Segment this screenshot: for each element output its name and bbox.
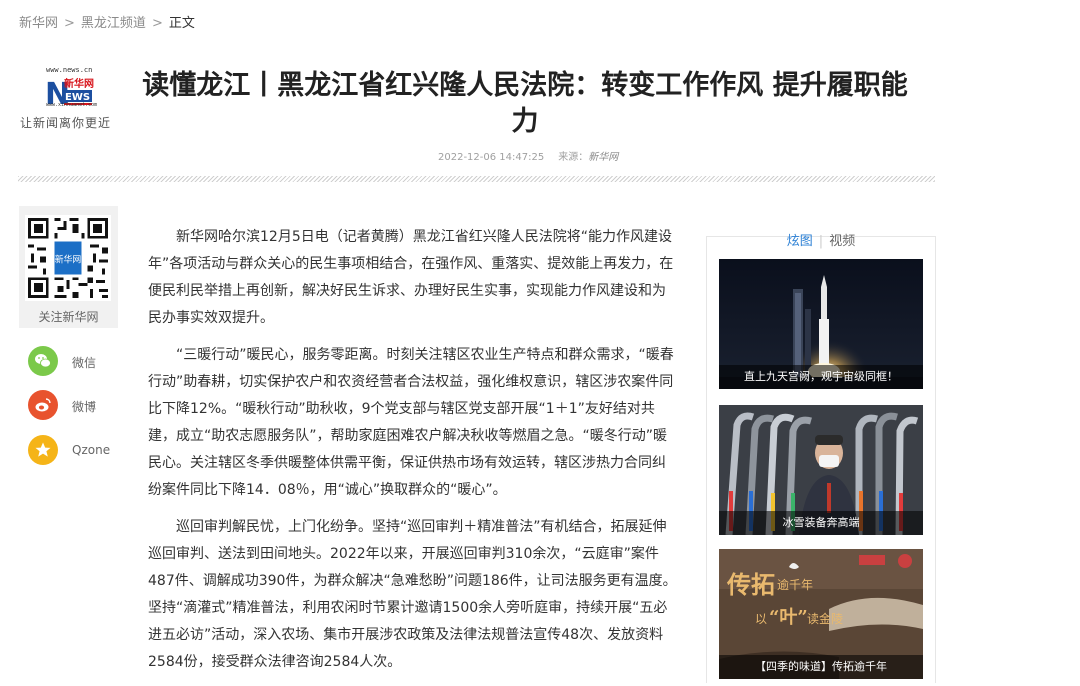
media-card-rocket[interactable]: 直上九天宫阙，观宇宙级同框！	[719, 259, 923, 389]
breadcrumb: 新华网 > 黑龙江频道 > 正文	[19, 12, 195, 31]
qr-code-icon: 新华网	[25, 215, 111, 301]
tab-separator: |	[818, 234, 824, 249]
breadcrumb-separator: >	[151, 16, 163, 31]
title-divider	[18, 176, 935, 182]
media-panel: 炫图 | 视频 直上九天宫阙，观宇宙级同框！ 冰雪装备奔高端 传拓 逾千年 以 …	[706, 234, 936, 683]
qzone-star-icon	[35, 442, 51, 457]
xinhua-logo[interactable]: www.news.cn N 新华网 EWS www.xinhuanet.com …	[18, 66, 122, 132]
qr-center-label: 新华网	[55, 253, 82, 265]
article-body: 新华网哈尔滨12月5日电（记者黄腾）黑龙江省红兴隆人民法院将“能力作风建设年”各…	[148, 224, 678, 686]
share-weibo-button[interactable]: 微博	[28, 390, 128, 422]
tab-photos[interactable]: 炫图	[787, 234, 813, 249]
breadcrumb-home-link[interactable]: 新华网	[19, 16, 58, 31]
share-weibo-label: 微博	[72, 400, 97, 414]
media-tabs: 炫图 | 视频	[707, 230, 935, 250]
share-qzone-button[interactable]: Qzone	[28, 435, 128, 467]
share-wechat-circle	[28, 346, 58, 376]
wechat-icon	[35, 354, 51, 368]
source-name: 新华网	[588, 152, 619, 163]
logo-url-bottom: www.xinhuanet.com	[46, 102, 98, 108]
logo-slogan: 让新闻离你更近	[20, 116, 112, 130]
media-card-rubbing[interactable]: 传拓 逾千年 以 “叶” 读金陵 【四季的味道】传拓逾千年	[719, 549, 923, 679]
publish-datetime: 2022-12-06 14:47:25	[438, 152, 545, 163]
rubbing-overlay-small: 逾千年	[777, 577, 813, 592]
source-label: 来源：	[558, 152, 589, 163]
share-qzone-label: Qzone	[72, 443, 111, 457]
rubbing-overlay-big: 传拓	[726, 570, 775, 599]
media-card-caption: 冰雪装备奔高端	[719, 511, 923, 535]
share-wechat-label: 微信	[72, 356, 97, 370]
share-weibo-circle	[28, 390, 58, 420]
share-qzone-circle	[28, 435, 58, 465]
follow-xinhua-label: 关注新华网	[38, 310, 99, 324]
article-paragraph: 新华网哈尔滨12月5日电（记者黄腾）黑龙江省红兴隆人民法院将“能力作风建设年”各…	[148, 229, 674, 326]
weibo-icon	[35, 398, 51, 412]
article-title: 读懂龙江丨黑龙江省红兴隆人民法院：转变工作作风 提升履职能力	[142, 70, 908, 137]
breadcrumb-channel-link[interactable]: 黑龙江频道	[81, 16, 146, 31]
media-card-caption: 【四季的味道】传拓逾千年	[719, 655, 923, 679]
article-meta: 2022-12-06 14:47:25 来源：新华网	[438, 148, 618, 163]
breadcrumb-separator: >	[64, 16, 75, 31]
article-paragraph: “三暖行动”暖民心，服务零距离。时刻关注辖区农业生产特点和群众需求，“暖春行动”…	[148, 347, 674, 498]
media-card-ice-equipment[interactable]: 冰雪装备奔高端	[719, 405, 923, 535]
follow-qr-box: 新华网 关注新华网	[19, 206, 118, 328]
breadcrumb-current: 正文	[168, 16, 195, 31]
share-wechat-button[interactable]: 微信	[28, 346, 128, 378]
article-paragraph: 巡回审判解民忧，上门化纷争。坚持“巡回审判＋精准普法”有机结合，拓展延伸巡回审判…	[148, 519, 677, 670]
media-card-caption: 直上九天宫阙，观宇宙级同框！	[719, 365, 923, 389]
logo-brand-cn: 新华网	[64, 77, 94, 90]
rubbing-overlay-line2a: 以	[755, 612, 767, 626]
rubbing-overlay-line2c: 读金陵	[807, 611, 843, 626]
tab-videos[interactable]: 视频	[829, 234, 855, 249]
logo-url-top: www.news.cn	[46, 66, 93, 74]
rubbing-overlay-line2b: “叶”	[769, 607, 808, 628]
